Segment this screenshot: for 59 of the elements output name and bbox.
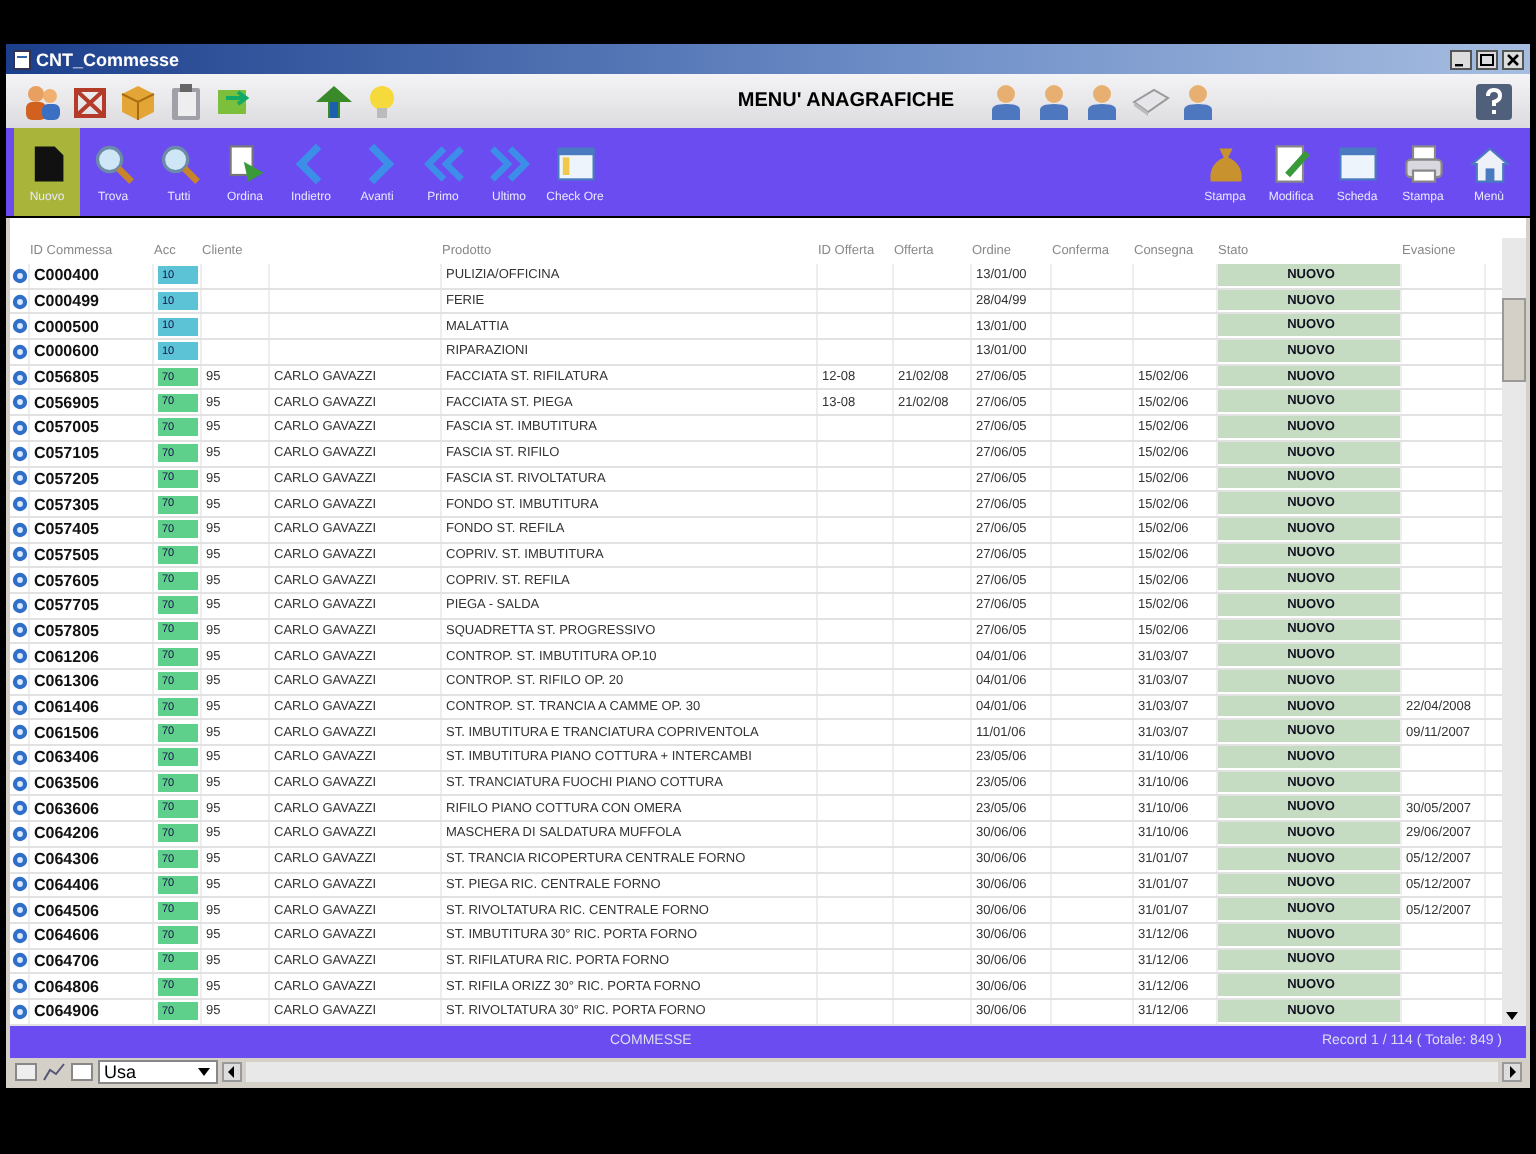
table-cell: C057505 (30, 543, 154, 567)
table-cell: C000400 (30, 264, 154, 288)
table-cell: C061406 (30, 695, 154, 719)
double-chevron-right-icon (487, 141, 531, 185)
table-cell: C064506 (30, 898, 154, 922)
table-cell: C057605 (30, 568, 154, 592)
form-icon[interactable] (70, 1062, 94, 1083)
search-icon (91, 141, 135, 185)
table-cell: C063406 (30, 746, 154, 770)
view-dropdown[interactable]: Usa (98, 1060, 219, 1085)
person-icon[interactable] (1034, 81, 1074, 121)
person-icon[interactable] (986, 81, 1026, 121)
table-cell: C061306 (30, 670, 154, 694)
table-cell: C056805 (30, 365, 154, 389)
table-cell: C064806 (30, 974, 154, 998)
table-cell: C000500 (30, 314, 154, 339)
help-icon[interactable] (1474, 81, 1514, 121)
table-cell: C063506 (30, 771, 154, 795)
table-cell: C057705 (30, 593, 154, 618)
person-icon[interactable] (1082, 81, 1122, 121)
person-icon[interactable] (1178, 81, 1218, 121)
table-cell: C064706 (30, 949, 154, 973)
table-cell: C000600 (30, 340, 154, 364)
table-cell: C057105 (30, 441, 154, 465)
table-cell: C061506 (30, 720, 154, 745)
search-icon (157, 141, 201, 185)
table-cell: C064306 (30, 847, 154, 871)
menu-title: MENU' ANAGRAFICHE (737, 90, 954, 112)
vertical-scrollbar[interactable] (1502, 238, 1526, 1026)
window-title: CNT_Commesse (36, 49, 180, 69)
document-icon (12, 49, 32, 69)
scrollbar-thumb[interactable] (1502, 298, 1526, 382)
scroll-right-button[interactable] (1502, 1062, 1522, 1083)
table-cell: C057305 (30, 492, 154, 516)
double-chevron-left-icon (421, 141, 465, 185)
scroll-left-button[interactable] (222, 1062, 243, 1083)
table-cell: C061206 (30, 644, 154, 668)
table-cell: C057405 (30, 517, 154, 542)
caret-icon (196, 1066, 213, 1079)
minimize-button[interactable] (1450, 49, 1472, 69)
horizontal-scrollbar[interactable] (246, 1062, 1498, 1083)
close-button[interactable] (1502, 49, 1524, 69)
people-icon[interactable] (22, 81, 62, 121)
box-icon[interactable] (118, 81, 158, 121)
printer-icon (1401, 141, 1445, 185)
table-cell: C056905 (30, 390, 154, 415)
table-cell: C064906 (30, 999, 154, 1024)
maximize-button[interactable] (1476, 49, 1498, 69)
table-cell: C000499 (30, 289, 154, 313)
table-cell: C057205 (30, 467, 154, 491)
table-cell: C057805 (30, 619, 154, 643)
chart-icon[interactable] (42, 1062, 66, 1083)
table-cell: C063606 (30, 796, 154, 821)
grid-icon[interactable] (14, 1062, 38, 1083)
table-cell: C064606 (30, 923, 154, 948)
table-cell: C064406 (30, 873, 154, 897)
clipboard-icon[interactable] (166, 81, 206, 121)
table-cell: C064206 (30, 822, 154, 846)
table-cell: C057005 (30, 416, 154, 440)
